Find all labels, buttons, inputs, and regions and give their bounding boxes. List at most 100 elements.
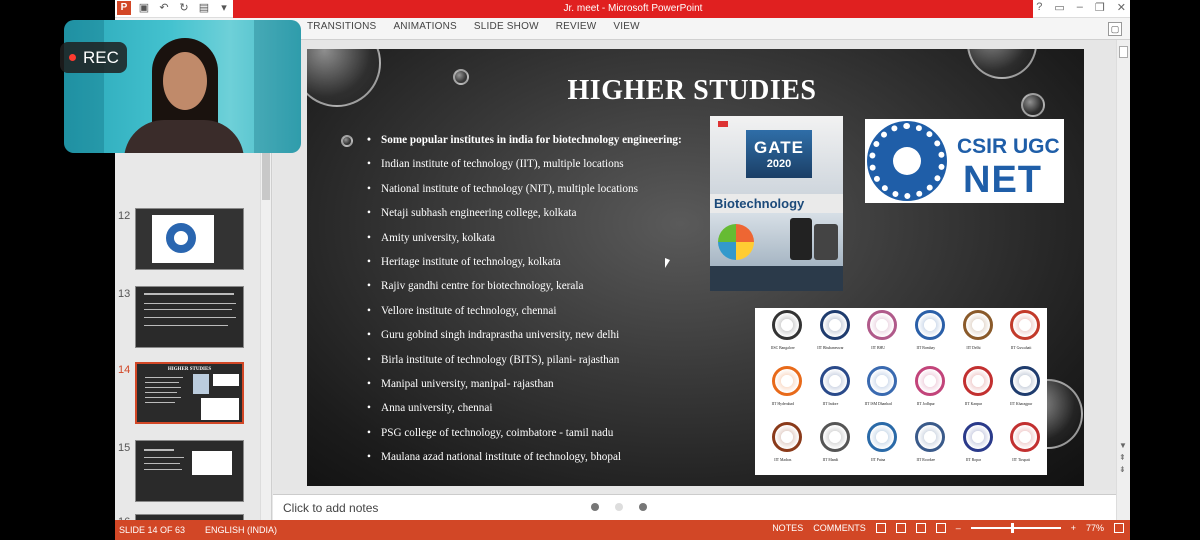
reading-view-icon[interactable] bbox=[915, 523, 926, 533]
close-icon[interactable]: ✕ bbox=[1117, 1, 1126, 14]
iit-logo-item: IIT BHU bbox=[854, 308, 902, 360]
quick-access-toolbar: P ▣ ↶ ↻ ▤ ▾ bbox=[117, 1, 231, 15]
thumbnail-slide-13[interactable]: 13 bbox=[115, 286, 265, 352]
current-slide[interactable]: HIGHER STUDIES Some popular institutes i… bbox=[307, 49, 1084, 486]
comments-button[interactable]: COMMENTS bbox=[813, 523, 866, 533]
notes-placeholder[interactable]: Click to add notes bbox=[283, 501, 378, 515]
institute-name: IIT Indore bbox=[822, 402, 839, 406]
list-item: Maulana azad national institute of techn… bbox=[367, 450, 727, 474]
institute-emblem-icon bbox=[772, 422, 802, 452]
scroll-thumb[interactable] bbox=[1119, 46, 1128, 58]
powerpoint-logo-icon[interactable]: P bbox=[117, 1, 131, 15]
institute-name: IIT Ropar bbox=[965, 458, 981, 462]
thumbnail-slide-15[interactable]: 15 bbox=[115, 440, 265, 506]
list-item: National institute of technology (NIT), … bbox=[367, 182, 727, 206]
gate-subject: Biotechnology bbox=[714, 196, 805, 211]
institute-emblem-icon bbox=[1010, 366, 1041, 396]
gate-label: GATE 2020 bbox=[746, 130, 812, 178]
zoom-out-icon[interactable]: – bbox=[956, 523, 961, 533]
webcam-overlay bbox=[64, 20, 301, 153]
institute-emblem-icon bbox=[1010, 422, 1041, 452]
customize-toolbar-icon[interactable]: ▾ bbox=[217, 1, 231, 15]
thumbnail-number: 12 bbox=[118, 210, 131, 222]
iit-logo-item: IIT ISM Dhanbad bbox=[854, 364, 902, 416]
recording-indicator: REC bbox=[60, 42, 127, 73]
iit-logos-image[interactable]: IISC Bangalore IIT Bhubaneswar IIT BHU IIT … bbox=[755, 308, 1047, 475]
save-icon[interactable]: ▣ bbox=[137, 1, 151, 15]
tab-slide-show[interactable]: SLIDE SHOW bbox=[474, 21, 539, 32]
zoom-level[interactable]: 77% bbox=[1086, 523, 1104, 533]
scroll-arrows[interactable]: ▼ ⇞ ⇟ bbox=[1119, 440, 1127, 476]
list-item: Netaji subhash engineering college, kolk… bbox=[367, 206, 727, 230]
slide-editor: HIGHER STUDIES Some popular institutes i… bbox=[273, 40, 1116, 490]
thumbnail-preview bbox=[135, 208, 244, 270]
minimize-icon[interactable]: – bbox=[1077, 1, 1083, 14]
institute-name: IIT Bombay bbox=[916, 346, 936, 350]
thumbnail-number: 14 bbox=[118, 364, 131, 376]
restore-icon[interactable]: ❐ bbox=[1095, 1, 1105, 14]
normal-view-icon[interactable] bbox=[875, 523, 886, 533]
help-icon[interactable]: ? bbox=[1036, 1, 1042, 14]
institute-emblem-icon bbox=[772, 366, 802, 396]
rec-label: REC bbox=[83, 47, 119, 67]
institute-name: IIT Tirupati bbox=[1012, 458, 1031, 462]
iit-logo-item: IIT Bhubaneswar bbox=[807, 308, 855, 360]
slide-sorter-icon[interactable] bbox=[895, 523, 906, 533]
pane-resize-handle[interactable] bbox=[591, 503, 647, 511]
thumbnail-preview bbox=[135, 440, 244, 502]
slide-show-icon[interactable] bbox=[935, 523, 946, 533]
institute-emblem-icon bbox=[962, 422, 993, 452]
iit-logo-item: IIT Hyderabad bbox=[759, 364, 807, 416]
institute-name: IIT Guwahati bbox=[1010, 346, 1032, 350]
notes-pane[interactable]: Click to add notes bbox=[273, 494, 1116, 520]
institute-emblem-icon bbox=[962, 310, 993, 340]
slide-title[interactable]: HIGHER STUDIES bbox=[307, 75, 1077, 107]
list-item: Rajiv gandhi centre for biotechnology, k… bbox=[367, 279, 727, 303]
undo-icon[interactable]: ↶ bbox=[157, 1, 171, 15]
list-item: Anna university, chennai bbox=[367, 401, 727, 425]
tab-review[interactable]: REVIEW bbox=[556, 21, 597, 32]
from-beginning-icon[interactable]: ▤ bbox=[197, 1, 211, 15]
thumbnail-slide-14[interactable]: 14 HIGHER STUDIES bbox=[115, 362, 265, 428]
zoom-slider[interactable] bbox=[970, 523, 1061, 533]
title-bar: P ▣ ↶ ↻ ▤ ▾ Jr. meet - Microsoft PowerPo… bbox=[115, 0, 1130, 18]
institute-emblem-icon bbox=[1010, 310, 1041, 340]
thumbnail-slide-12[interactable]: 12 bbox=[115, 208, 265, 274]
thumbnail-number: 15 bbox=[118, 442, 131, 454]
iit-logo-item: IIT Delhi bbox=[950, 308, 998, 360]
slide-scrollbar[interactable]: ▼ ⇞ ⇟ bbox=[1116, 40, 1130, 520]
institute-emblem-icon bbox=[867, 366, 898, 396]
ribbon-expand-icon[interactable]: ▢ bbox=[1108, 22, 1122, 36]
zoom-slider-knob[interactable] bbox=[1010, 523, 1014, 533]
institute-name: IIT BHU bbox=[871, 346, 886, 350]
fit-slide-icon[interactable] bbox=[1114, 523, 1124, 533]
thumbnail-title: HIGHER STUDIES bbox=[167, 367, 212, 372]
csir-line2: NET bbox=[963, 159, 1042, 201]
iit-logo-item: IIT Indore bbox=[807, 364, 855, 416]
iit-logo-item: IIT Patna bbox=[854, 420, 902, 472]
institute-emblem-icon bbox=[867, 422, 898, 452]
csir-seal-icon bbox=[869, 123, 945, 199]
csir-ugc-net-logo[interactable]: CSIR UGC NET bbox=[865, 119, 1064, 203]
institute-emblem-icon bbox=[819, 422, 850, 452]
ribbon-display-icon[interactable]: ▭ bbox=[1054, 1, 1064, 14]
csir-line1: CSIR UGC bbox=[957, 135, 1060, 158]
zoom-in-icon[interactable]: + bbox=[1071, 523, 1076, 533]
list-item: Vellore institute of technology, chennai bbox=[367, 304, 727, 328]
tab-transitions[interactable]: TRANSITIONS bbox=[307, 21, 376, 32]
institute-emblem-icon bbox=[915, 366, 945, 396]
gate-book-cover-image[interactable]: GATE 2020 Biotechnology bbox=[710, 116, 843, 291]
institute-emblem-icon bbox=[962, 366, 993, 396]
iit-logo-item: IIT Jodhpur bbox=[902, 364, 950, 416]
language-indicator[interactable]: ENGLISH (INDIA) bbox=[205, 525, 277, 535]
iit-logo-item: IIT Madras bbox=[759, 420, 807, 472]
institute-name: IIT Kanpur bbox=[964, 402, 983, 406]
redo-icon[interactable]: ↻ bbox=[177, 1, 191, 15]
notes-button[interactable]: NOTES bbox=[772, 523, 803, 533]
tab-view[interactable]: VIEW bbox=[613, 21, 639, 32]
iit-logo-item: IISC Bangalore bbox=[759, 308, 807, 360]
bullet-list[interactable]: Some popular institutes in india for bio… bbox=[367, 133, 727, 474]
window-controls: ? ▭ – ❐ ✕ bbox=[1036, 1, 1126, 14]
tab-animations[interactable]: ANIMATIONS bbox=[393, 21, 456, 32]
iit-logo-item: IIT Guwahati bbox=[997, 308, 1045, 360]
